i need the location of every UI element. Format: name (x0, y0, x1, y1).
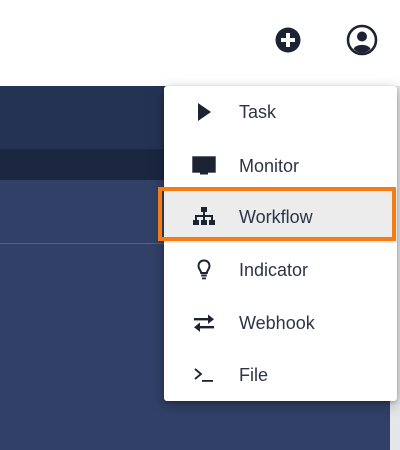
lightbulb-icon (197, 259, 211, 280)
menu-item-label: Monitor (239, 156, 300, 176)
menu-item-label: Webhook (239, 313, 315, 333)
account-circle-icon (346, 24, 378, 56)
account-button[interactable] (346, 24, 378, 56)
divider (0, 243, 165, 244)
top-header (0, 0, 400, 86)
menu-item-label: File (239, 365, 269, 385)
monitor-icon (192, 156, 216, 175)
menu-item-monitor[interactable]: Monitor (164, 140, 397, 192)
sitemap-icon (193, 207, 215, 225)
menu-item-label: Indicator (239, 260, 309, 280)
menu-item-webhook[interactable]: Webhook (164, 297, 397, 349)
plus-circle-icon (275, 27, 301, 53)
menu-item-label: Task (239, 102, 277, 122)
menu-item-workflow[interactable]: Workflow (164, 191, 397, 243)
app-screen: Task Monitor Workflow Indicator Webhook … (0, 0, 400, 450)
swap-arrows-icon (194, 314, 214, 332)
menu-item-task[interactable]: Task (164, 86, 397, 138)
menu-item-indicator[interactable]: Indicator (164, 244, 397, 296)
terminal-icon (194, 368, 213, 382)
menu-item-file[interactable]: File (164, 349, 397, 401)
add-button[interactable] (275, 27, 301, 53)
play-icon (198, 103, 211, 121)
create-dropdown-menu: Task Monitor Workflow Indicator Webhook … (164, 86, 397, 401)
menu-item-label: Workflow (239, 207, 313, 227)
